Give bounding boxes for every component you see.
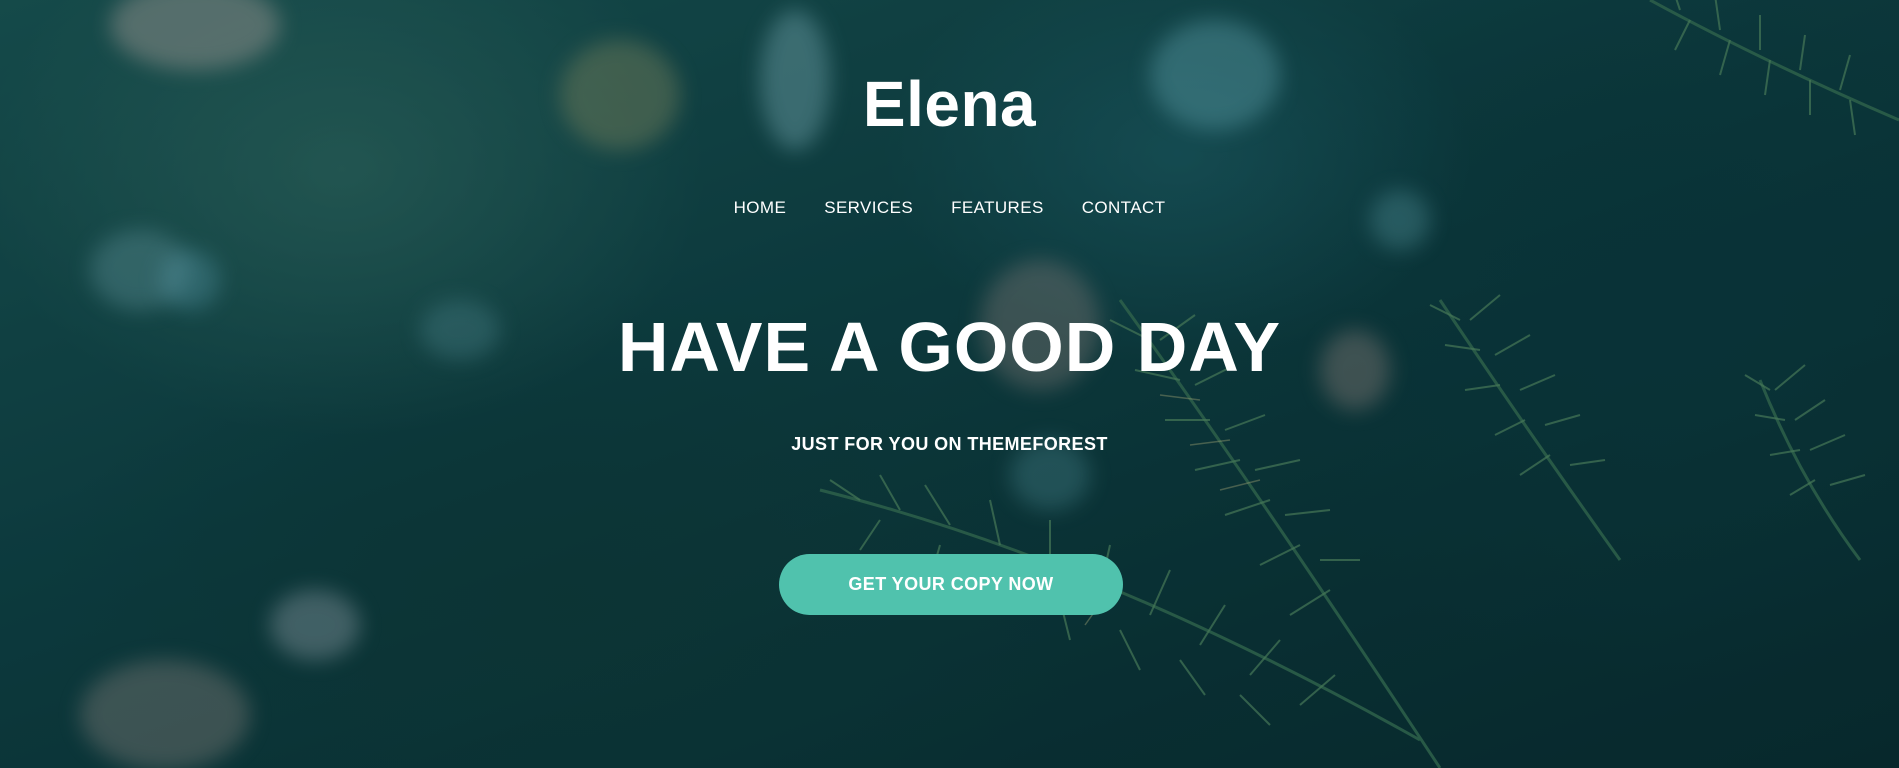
- hero-content: Elena HOME SERVICES FEATURES CONTACT HAV…: [0, 0, 1899, 768]
- hero-headline: HAVE A GOOD DAY: [617, 308, 1282, 386]
- nav-item-home[interactable]: HOME: [734, 198, 787, 218]
- nav-item-contact[interactable]: CONTACT: [1082, 198, 1166, 218]
- hero-subheadline: JUST FOR YOU ON THEMEFOREST: [791, 434, 1108, 454]
- nav-item-features[interactable]: FEATURES: [951, 198, 1044, 218]
- get-copy-button[interactable]: GET YOUR COPY NOW: [779, 554, 1123, 615]
- main-nav: HOME SERVICES FEATURES CONTACT: [0, 198, 1899, 218]
- nav-item-services[interactable]: SERVICES: [824, 198, 913, 218]
- site-logo[interactable]: Elena: [0, 72, 1899, 136]
